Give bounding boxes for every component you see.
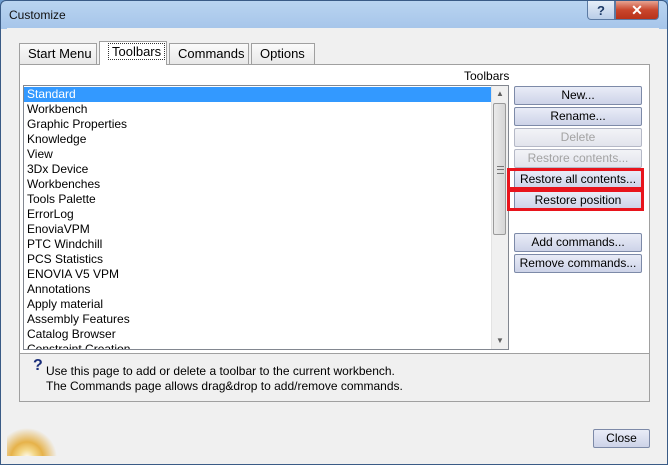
help-icon: ?: [597, 2, 605, 18]
tab-label: Toolbars: [108, 43, 166, 60]
tab-start-menu[interactable]: Start Menu: [19, 43, 97, 64]
toolbar-list-item[interactable]: Apply material: [24, 297, 493, 312]
scroll-up-icon[interactable]: ▲: [492, 86, 508, 102]
toolbar-list-item[interactable]: Workbenches: [24, 177, 493, 192]
tab-label: Start Menu: [28, 46, 92, 61]
delete-toolbar-button[interactable]: Delete: [514, 128, 642, 147]
toolbar-list-item[interactable]: Catalog Browser: [24, 327, 493, 342]
help-text-line1: Use this page to add or delete a toolbar…: [46, 364, 395, 378]
toolbar-list-item[interactable]: PCS Statistics: [24, 252, 493, 267]
toolbar-list-item[interactable]: View: [24, 147, 493, 162]
toolbars-caption: Toolbars: [464, 69, 510, 83]
question-mark-icon: ?: [33, 357, 43, 374]
scroll-thumb[interactable]: [493, 103, 506, 235]
vertical-scrollbar[interactable]: ▲ ▼: [491, 86, 508, 349]
tab-commands[interactable]: Commands: [169, 43, 249, 64]
help-text-line2: The Commands page allows drag&drop to ad…: [46, 379, 403, 393]
tab-toolbars[interactable]: Toolbars: [99, 41, 167, 65]
window-close-button[interactable]: ✕: [615, 1, 659, 20]
restore-contents-button[interactable]: Restore contents...: [514, 149, 642, 168]
help-info-box: ? Use this page to add or delete a toolb…: [19, 353, 650, 402]
title-bar[interactable]: Customize ? ✕: [1, 1, 667, 29]
close-icon: ✕: [631, 1, 643, 18]
scroll-down-icon[interactable]: ▼: [492, 333, 508, 349]
toolbar-list-item[interactable]: Constraint Creation: [24, 342, 493, 349]
help-button[interactable]: ?: [587, 1, 615, 20]
tab-label: Commands: [178, 46, 245, 61]
toolbar-list-item[interactable]: Annotations: [24, 282, 493, 297]
restore-all-contents-button[interactable]: Restore all contents...: [514, 170, 642, 189]
tab-label: Options: [260, 46, 305, 61]
toolbar-list-item[interactable]: Tools Palette: [24, 192, 493, 207]
close-button[interactable]: Close: [593, 429, 650, 448]
toolbar-list-item[interactable]: Graphic Properties: [24, 117, 493, 132]
corner-sun-icon: [7, 416, 67, 456]
toolbar-list-item[interactable]: Workbench: [24, 102, 493, 117]
add-commands-button[interactable]: Add commands...: [514, 233, 642, 252]
toolbar-list-item[interactable]: PTC Windchill: [24, 237, 493, 252]
toolbar-list-item[interactable]: 3Dx Device: [24, 162, 493, 177]
toolbars-list: Standard Workbench Graphic Properties Knowl…: [24, 87, 493, 349]
toolbar-list-item[interactable]: Knowledge: [24, 132, 493, 147]
toolbar-list-item[interactable]: Assembly Features: [24, 312, 493, 327]
toolbar-list-item[interactable]: Standard: [24, 87, 493, 102]
toolbar-list-item[interactable]: EnoviaVPM: [24, 222, 493, 237]
rename-toolbar-button[interactable]: Rename...: [514, 107, 642, 126]
toolbar-list-item[interactable]: ErrorLog: [24, 207, 493, 222]
toolbars-listbox[interactable]: Standard Workbench Graphic Properties Knowl…: [23, 85, 509, 350]
grip-icon: [497, 166, 504, 174]
restore-position-button[interactable]: Restore position: [514, 191, 642, 210]
new-toolbar-button[interactable]: New...: [514, 86, 642, 105]
window-title: Customize: [9, 8, 66, 22]
remove-commands-button[interactable]: Remove commands...: [514, 254, 642, 273]
toolbar-list-item[interactable]: ENOVIA V5 VPM: [24, 267, 493, 282]
tab-options[interactable]: Options: [251, 43, 315, 64]
